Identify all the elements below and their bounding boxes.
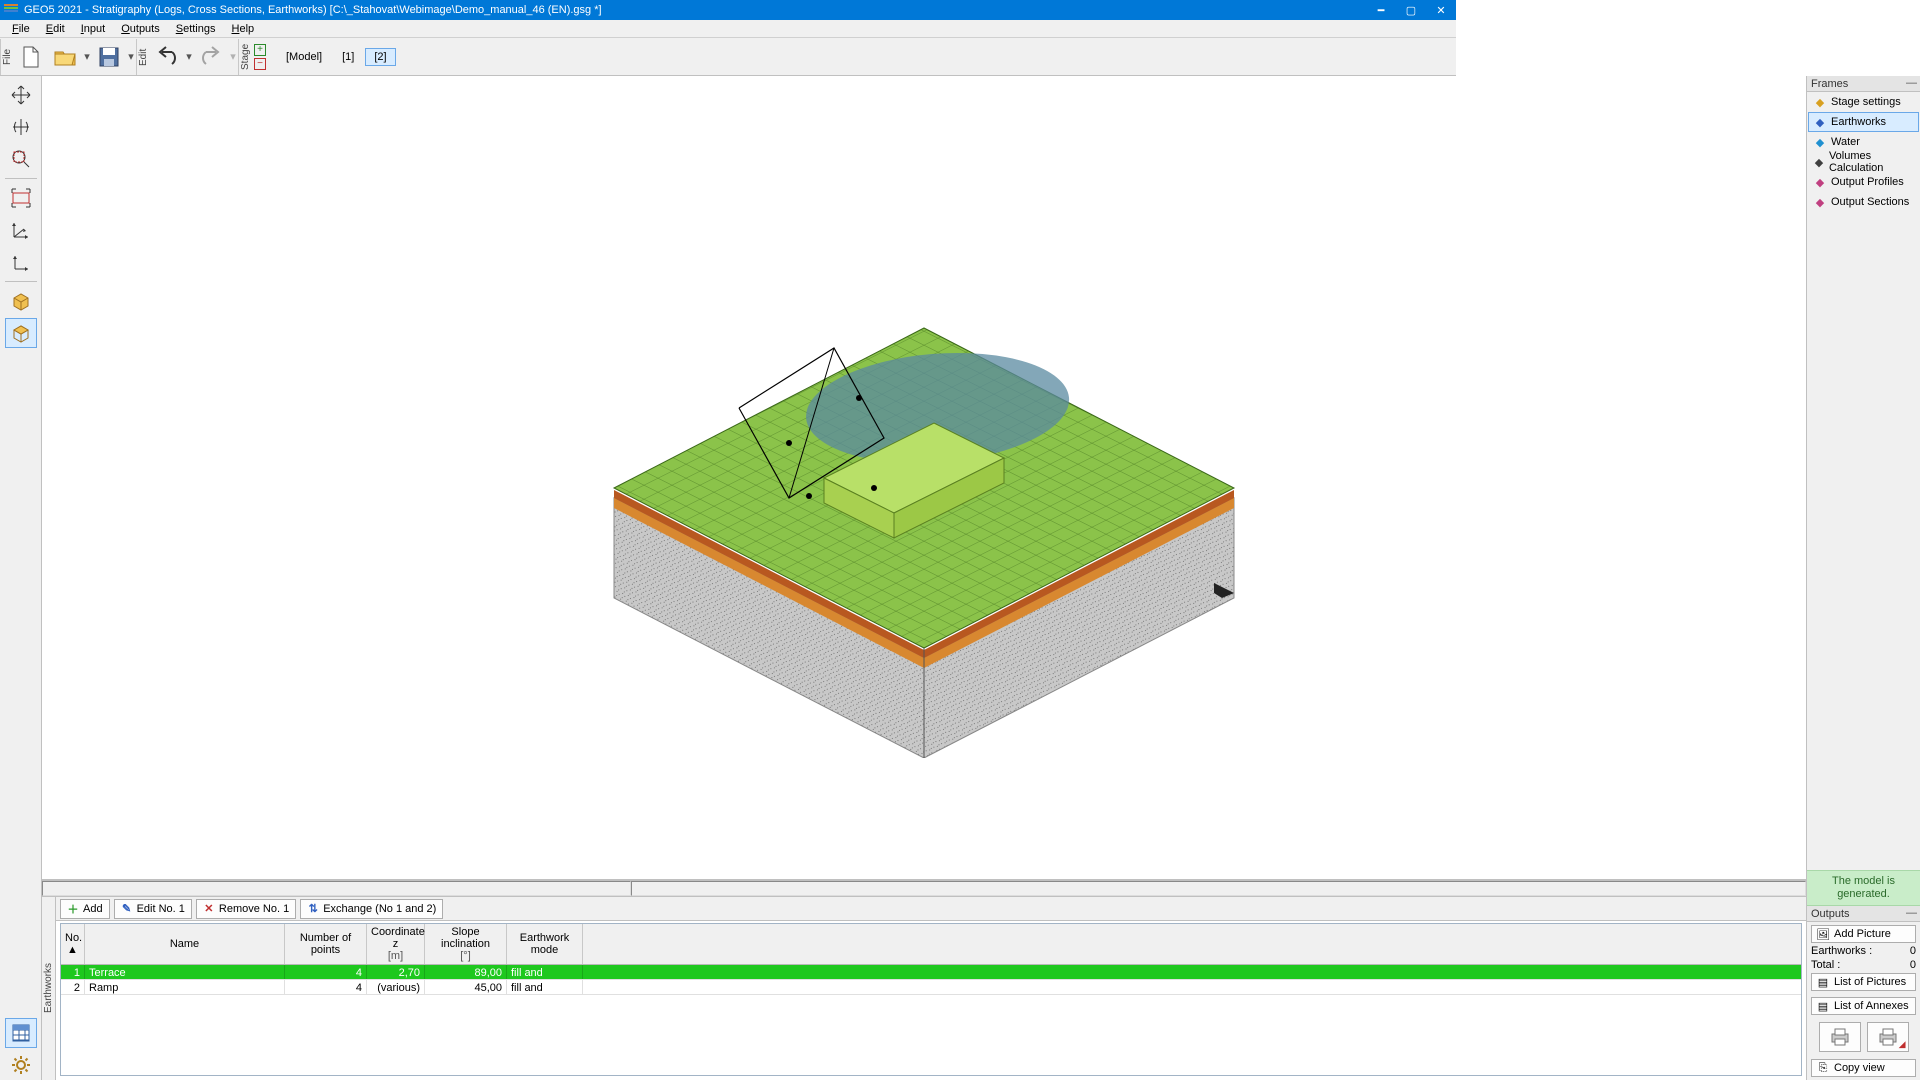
stage-settings-icon: ◆ [1813,96,1827,108]
stage-2[interactable]: [2] [365,48,395,66]
frame-item-earthworks[interactable]: ◆Earthworks [1808,112,1919,132]
frame-item-volumes-calculation[interactable]: ◆Volumes Calculation [1808,152,1919,172]
open-dropdown[interactable]: ▾ [82,50,92,63]
print-badge-icon: ◢ [1899,1039,1906,1050]
copy-view-button[interactable]: ⎘Copy view [1811,1059,1916,1077]
move-tool[interactable] [5,80,37,110]
main-toolbar: File ▾ ▾ Edit ▾ ▾ Stage + − [Model] [1] … [0,38,1456,76]
save-dropdown[interactable]: ▾ [126,50,136,63]
panel-tab[interactable]: Earthworks [42,897,56,1080]
outputs-earthworks-value: 0 [1910,945,1916,957]
add-stage-button[interactable]: + [254,44,266,56]
picture-icon: 🖼 [1816,928,1830,940]
earthworks-table[interactable]: No.▲ Name Number of points Coordinate z[… [60,923,1802,1076]
new-file-button[interactable] [15,41,47,73]
exchange-button[interactable]: ⇅Exchange (No 1 and 2) [300,899,443,919]
settings-view-button[interactable] [5,1050,37,1080]
x-icon: ✕ [203,903,215,915]
plus-icon: ＋ [67,903,79,915]
frame-item-water[interactable]: ◆Water [1808,132,1919,152]
rotate-tool[interactable] [5,112,37,142]
undo-button[interactable] [151,41,183,73]
table-row[interactable]: 2Ramp4(various)45,00fill and excavate [61,980,1801,995]
zoom-tool[interactable] [5,144,37,174]
add-picture-button[interactable]: 🖼Add Picture [1811,925,1916,943]
list-pictures-button[interactable]: ▤List of Pictures [1811,973,1916,991]
undo-dropdown[interactable]: ▾ [184,50,194,63]
frame-item-stage-settings[interactable]: ◆Stage settings [1808,92,1919,112]
viewport-3d[interactable] [42,76,1806,880]
horizontal-scrollbar[interactable] [42,880,1806,896]
outputs-earthworks-label: Earthworks : [1811,945,1872,957]
open-file-button[interactable] [49,41,81,73]
minimize-button[interactable]: ━ [1366,0,1396,20]
stage-model[interactable]: [Model] [277,48,331,66]
redo-dropdown[interactable]: ▾ [228,50,238,63]
axes-tool[interactable] [5,215,37,245]
cube1-tool[interactable] [5,286,37,316]
remove-button[interactable]: ✕Remove No. 1 [196,899,296,919]
menu-help[interactable]: Help [224,22,263,36]
app-icon [4,4,18,16]
frame-item-output-sections[interactable]: ◆Output Sections [1808,192,1919,212]
title-bar: GEO5 2021 - Stratigraphy (Logs, Cross Se… [0,0,1456,20]
list-icon: ▤ [1816,976,1830,988]
frame-item-output-profiles[interactable]: ◆Output Profiles [1808,172,1919,192]
swap-icon: ⇅ [307,903,319,915]
menu-file[interactable]: File [4,22,38,36]
frames-header: Frames— [1807,76,1920,92]
redo-button[interactable] [195,41,227,73]
model-status: The model isgenerated. [1807,870,1920,906]
cube2-tool[interactable] [5,318,37,348]
menu-bar: File Edit Input Outputs Settings Help [0,20,1456,38]
add-button[interactable]: ＋Add [60,899,110,919]
axes2-tool[interactable] [5,247,37,277]
menu-outputs[interactable]: Outputs [113,22,168,36]
earthworks-icon: ◆ [1813,116,1827,128]
table-view-button[interactable] [5,1018,37,1048]
outputs-header: Outputs— [1807,906,1920,922]
right-panel: Frames— ◆Stage settings◆Earthworks◆Water… [1806,76,1920,1080]
list-annexes-button[interactable]: ▤List of Annexes [1811,997,1916,1015]
list-icon: ▤ [1816,1000,1830,1012]
volumes-icon: ◆ [1813,156,1825,168]
save-file-button[interactable] [93,41,125,73]
toolbar-group-file: File [0,39,14,75]
print-button[interactable] [1819,1022,1861,1052]
copy-icon: ⎘ [1816,1062,1830,1074]
outputs-total-label: Total : [1811,959,1840,971]
earthworks-panel: Earthworks ＋Add ✎Edit No. 1 ✕Remove No. … [42,896,1806,1080]
zoom-extent-tool[interactable] [5,183,37,213]
pencil-icon: ✎ [121,903,133,915]
table-header: No.▲ Name Number of points Coordinate z[… [61,924,1801,965]
stage-1[interactable]: [1] [333,48,363,66]
profiles-icon: ◆ [1813,176,1827,188]
print-selected-button[interactable]: ◢ [1867,1022,1909,1052]
close-button[interactable]: ✕ [1426,0,1456,20]
menu-edit[interactable]: Edit [38,22,73,36]
remove-stage-button[interactable]: − [254,58,266,70]
edit-button[interactable]: ✎Edit No. 1 [114,899,192,919]
maximize-button[interactable]: ▢ [1396,0,1426,20]
outputs-collapse[interactable]: — [1906,907,1917,919]
sections-icon: ◆ [1813,196,1827,208]
outputs-total-value: 0 [1910,959,1916,971]
toolbar-group-edit: Edit [136,39,150,75]
view-toolbar [0,76,42,1080]
stage-add-remove: + − [254,44,266,70]
menu-settings[interactable]: Settings [168,22,224,36]
toolbar-group-stage: Stage [238,39,252,75]
menu-input[interactable]: Input [73,22,113,36]
table-row[interactable]: 1Terrace42,7089,00fill and excavate [61,965,1801,980]
water-icon: ◆ [1813,136,1827,148]
frames-collapse[interactable]: — [1906,77,1917,89]
window-title: GEO5 2021 - Stratigraphy (Logs, Cross Se… [24,4,1366,16]
